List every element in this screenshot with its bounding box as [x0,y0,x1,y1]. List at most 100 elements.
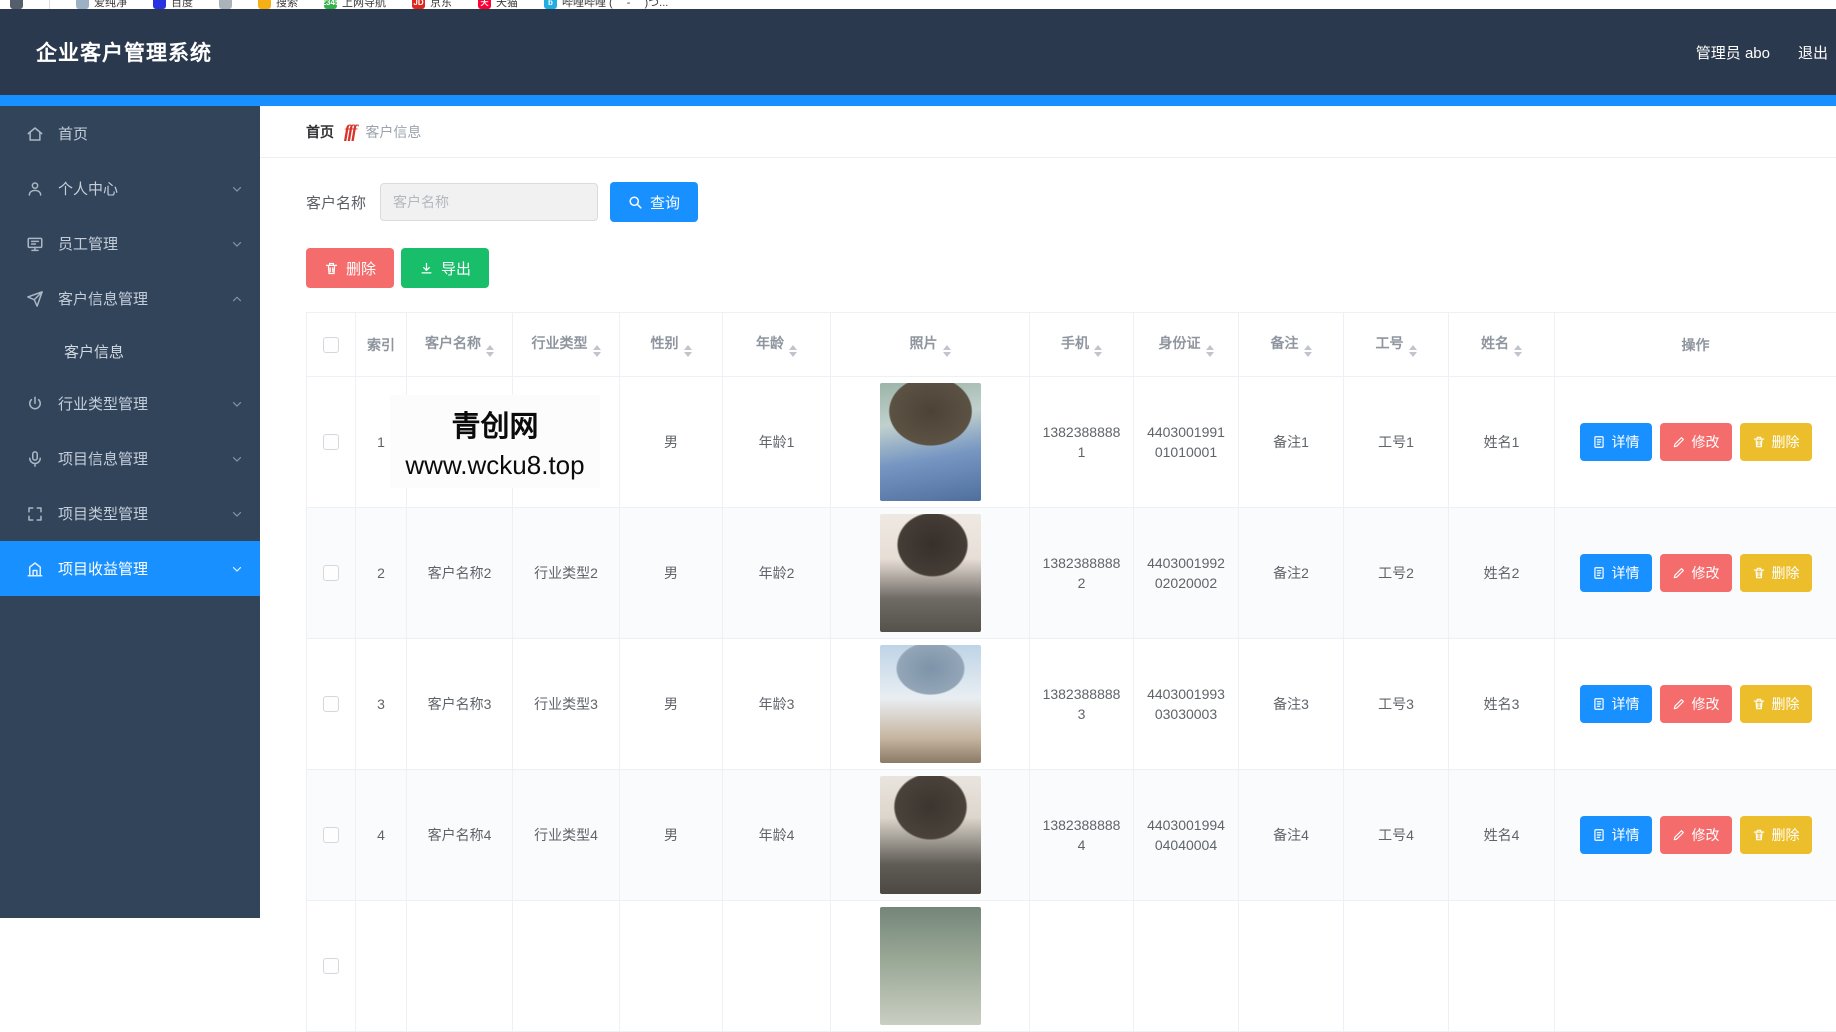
logout-link[interactable]: 退出 [1798,42,1828,63]
bookmark-item[interactable]: 天天猫 [478,0,518,9]
cell-phone [1030,901,1134,1032]
sidebar-item-label: 项目类型管理 [58,503,148,524]
cell-id_card [1134,901,1239,1032]
sidebar-item-项目类型管理[interactable]: 项目类型管理 [0,486,260,541]
column-header-real_name[interactable]: 姓名 [1449,313,1555,377]
bookmark-item[interactable]: JD京东 [412,0,452,9]
row-button-label: 修改 [1692,563,1720,583]
cell-job_no: 工号2 [1344,508,1449,639]
column-header-label: 索引 [367,337,395,353]
export-button[interactable]: 导出 [401,248,489,288]
sidebar-item-项目收益管理[interactable]: 项目收益管理 [0,541,260,596]
sidebar-item-label: 首页 [58,123,88,144]
page-icon [219,0,232,9]
row-checkbox[interactable] [323,827,339,843]
bookmark-item[interactable] [219,0,232,9]
sidebar-item-员工管理[interactable]: 员工管理 [0,216,260,271]
bookmark-item[interactable]: b哔哩哔哩 ( ゜- ゜)つ... [544,0,668,9]
sort-carets-icon[interactable] [789,345,797,357]
cell-id_card: 440300199202020002 [1134,508,1239,639]
customer-name-input[interactable] [380,183,598,221]
cell-checkbox [307,508,356,639]
sort-carets-icon[interactable] [1094,345,1102,357]
row-button-label: 详情 [1612,694,1640,714]
customer-photo [880,645,981,763]
sidebar-item-行业类型管理[interactable]: 行业类型管理 [0,376,260,431]
row-checkbox[interactable] [323,434,339,450]
delete-button[interactable]: 删除 [306,248,394,288]
row-checkbox[interactable] [323,958,339,974]
row-checkbox[interactable] [323,565,339,581]
cell-name: 客户名称3 [407,639,513,770]
row-delete-button[interactable]: 删除 [1740,685,1812,723]
row-button-label: 修改 [1692,694,1720,714]
row-delete-button[interactable]: 删除 [1740,554,1812,592]
column-header-name[interactable]: 客户名称 [407,313,513,377]
sort-carets-icon[interactable] [486,345,494,357]
query-button[interactable]: 查询 [610,182,698,222]
bookmark-label: 百度 [171,0,193,9]
row-checkbox[interactable] [323,696,339,712]
sort-carets-icon[interactable] [1514,345,1522,357]
row-edit-button[interactable]: 修改 [1660,554,1732,592]
cell-phone: 13823888883 [1030,639,1134,770]
column-header-remark[interactable]: 备注 [1239,313,1344,377]
column-header-age[interactable]: 年龄 [723,313,831,377]
cell-index [356,901,407,1032]
bookmark-item[interactable]: 搜索 [258,0,298,9]
bilibili-icon: b [544,0,557,9]
bookmark-item[interactable]: 百度 [153,0,193,9]
document-icon [1592,828,1606,842]
sidebar-item-label: 项目收益管理 [58,558,148,579]
sort-carets-icon[interactable] [1206,345,1214,357]
bookmark-label: 爱纯净 [94,0,127,9]
cell-job_no [1344,901,1449,1032]
row-detail-button[interactable]: 详情 [1580,816,1652,854]
sort-carets-icon[interactable] [593,345,601,357]
select-all-header[interactable] [307,313,356,377]
table-row: 2客户名称2行业类型2男年龄21382388888244030019920202… [307,508,1836,639]
select-all-checkbox[interactable] [323,337,339,353]
main-content: 首页 fff 客户信息 客户名称 查询 删除 导出 索引客户名称行业类型性别年龄… [260,106,1836,918]
row-detail-button[interactable]: 详情 [1580,423,1652,461]
bookmark-item[interactable]: 爱纯净 [76,0,127,9]
sidebar-item-项目信息管理[interactable]: 项目信息管理 [0,431,260,486]
sidebar-item-首页[interactable]: 首页 [0,106,260,161]
user-icon [26,180,44,198]
row-delete-button[interactable]: 删除 [1740,816,1812,854]
row-detail-button[interactable]: 详情 [1580,554,1652,592]
cell-actions [1555,901,1836,1032]
sort-carets-icon[interactable] [943,345,951,357]
row-detail-button[interactable]: 详情 [1580,685,1652,723]
watermark-overlay: 青创网 www.wcku8.top [390,395,600,488]
column-header-photo[interactable]: 照片 [831,313,1030,377]
sort-carets-icon[interactable] [684,345,692,357]
sidebar-item-客户信息管理[interactable]: 客户信息管理 [0,271,260,326]
sidebar-item-个人中心[interactable]: 个人中心 [0,161,260,216]
display-icon [26,235,44,253]
breadcrumb-current: 客户信息 [365,122,421,142]
column-header-gender[interactable]: 性别 [620,313,723,377]
breadcrumb-home-link[interactable]: 首页 [306,122,334,142]
accent-strip [0,95,1836,106]
cell-name: 客户名称2 [407,508,513,639]
sort-carets-icon[interactable] [1304,345,1312,357]
query-button-label: 查询 [650,192,680,213]
row-edit-button[interactable]: 修改 [1660,685,1732,723]
row-button-label: 删除 [1772,432,1800,452]
bookmark-item[interactable] [10,0,23,9]
column-header-label: 手机 [1061,335,1089,351]
column-header-industry[interactable]: 行业类型 [513,313,620,377]
sort-carets-icon[interactable] [1409,345,1417,357]
row-edit-button[interactable]: 修改 [1660,423,1732,461]
column-header-job_no[interactable]: 工号 [1344,313,1449,377]
bookmark-item[interactable]: 2345上网导航 [324,0,386,9]
cell-checkbox [307,377,356,508]
row-delete-button[interactable]: 删除 [1740,423,1812,461]
column-header-id_card[interactable]: 身份证 [1134,313,1239,377]
column-header-actions: 操作 [1555,313,1836,377]
column-header-phone[interactable]: 手机 [1030,313,1134,377]
current-user-label[interactable]: 管理员 abo [1696,42,1770,63]
row-edit-button[interactable]: 修改 [1660,816,1732,854]
sidebar-item-客户信息[interactable]: 客户信息 [0,326,260,376]
